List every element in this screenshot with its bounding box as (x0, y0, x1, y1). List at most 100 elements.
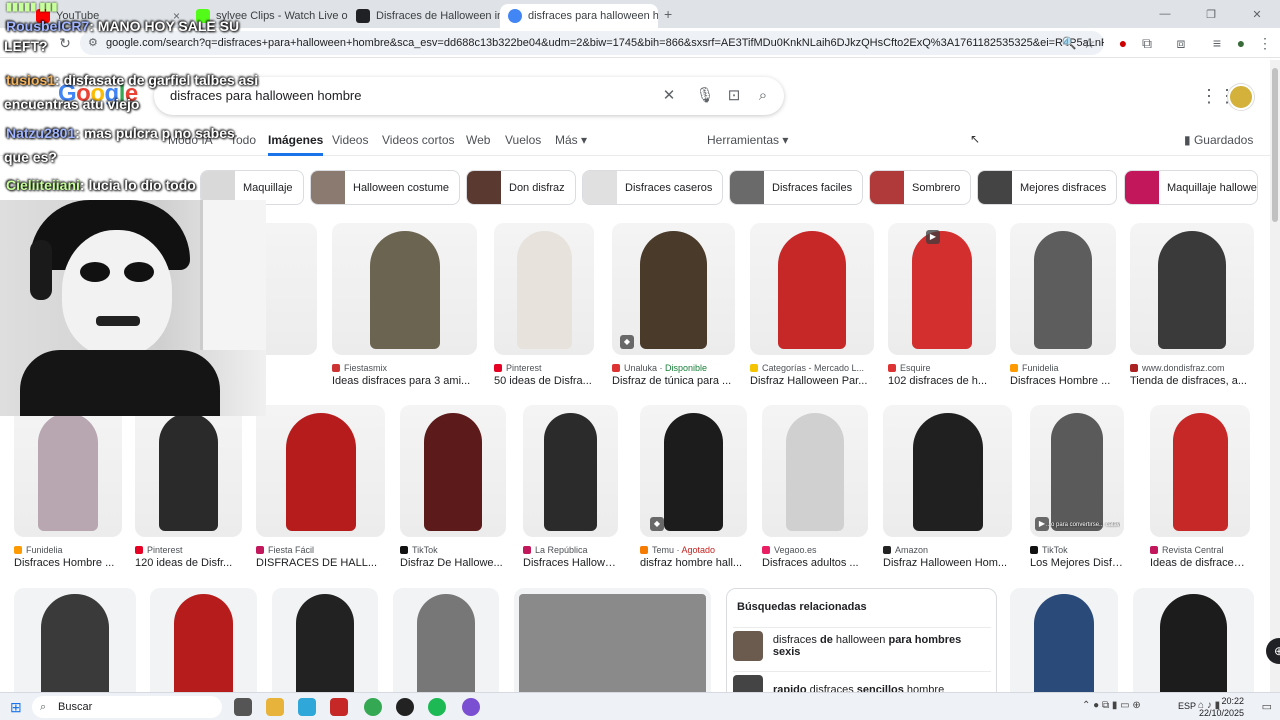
tab-imagenes[interactable]: Imágenes (268, 133, 324, 156)
clock[interactable]: 20:22 22/10/2025 (1199, 695, 1244, 719)
clear-icon[interactable]: ✕ (659, 86, 679, 106)
image-result-card[interactable]: Funidelia Disfraces Hombre ... (14, 405, 122, 581)
windows-start-icon[interactable]: ⊞ (10, 699, 22, 716)
chip-mejores-disfraces[interactable]: Mejores disfraces (977, 170, 1117, 205)
site-info-icon[interactable]: ⚙ (88, 31, 98, 55)
image-result-card[interactable]: Pinterest 50 ideas de Disfra... (494, 223, 594, 399)
result-source[interactable]: Funidelia (14, 545, 63, 555)
tab-mas[interactable]: Más ▾ (555, 133, 587, 147)
search-icon[interactable]: ⌕ (753, 86, 773, 106)
image-result-card[interactable] (514, 588, 711, 692)
result-source[interactable]: Pinterest (135, 545, 183, 555)
bookmark-star-icon[interactable]: ☆ (1080, 34, 1098, 52)
tab-videos[interactable]: Videos (332, 133, 368, 147)
image-result-card[interactable] (150, 588, 257, 692)
result-title[interactable]: DISFRACES DE HALL... (256, 557, 385, 569)
spotify-icon[interactable] (428, 698, 446, 716)
result-title[interactable]: Disfraz Halloween Par... (750, 375, 874, 387)
app-icon[interactable] (330, 698, 348, 716)
result-title[interactable]: Disfraz De Hallowe... (400, 557, 506, 569)
result-title[interactable]: 120 ideas de Disfr... (135, 557, 242, 569)
result-title[interactable]: Ideas de disfraces ... (1150, 557, 1250, 569)
result-thumbnail[interactable] (888, 223, 996, 355)
result-title[interactable]: Disfraces adultos ... (762, 557, 868, 569)
result-thumbnail[interactable] (150, 588, 257, 692)
tab-web[interactable]: Web (466, 133, 490, 147)
result-title[interactable]: 102 disfraces de h... (888, 375, 996, 387)
account-avatar[interactable] (1228, 84, 1254, 110)
result-title[interactable]: disfraz hombre hall... (640, 557, 747, 569)
result-source[interactable]: Fiesta Fácil (256, 545, 314, 555)
image-result-card[interactable]: Unaluka · Disponible Disfraz de túnica pa… (612, 223, 735, 399)
result-source[interactable]: Funidelia (1010, 363, 1059, 373)
image-result-card[interactable]: Vegaoo.es Disfraces adultos ... (762, 405, 868, 581)
result-thumbnail[interactable] (762, 405, 868, 537)
result-thumbnail[interactable] (14, 588, 136, 692)
image-result-card[interactable]: Amazon Disfraz Halloween Hom... (883, 405, 1012, 581)
result-thumbnail[interactable] (750, 223, 874, 355)
result-title[interactable]: Disfraces Hombre ... (14, 557, 122, 569)
result-title[interactable]: Disfraz de túnica para ... (612, 375, 735, 387)
image-result-card[interactable]: www.dondisfraz.com Tienda de disfraces, a… (1130, 223, 1254, 399)
reload-icon[interactable]: ↻ (56, 34, 74, 52)
new-tab-icon[interactable]: + (664, 6, 672, 22)
image-result-card[interactable] (1133, 588, 1254, 692)
result-thumbnail[interactable] (1150, 405, 1250, 537)
result-thumbnail[interactable] (883, 405, 1012, 537)
result-thumbnail[interactable] (514, 588, 711, 692)
result-thumbnail[interactable] (1010, 223, 1116, 355)
tray-icons[interactable]: ⌃ ● ⧉ ▮ ▭ ⊕ (1082, 700, 1141, 711)
image-result-card[interactable]: Fiesta Fácil DISFRACES DE HALL... (256, 405, 385, 581)
image-result-card[interactable]: Categorías - Mercado L... Disfraz Hallowe… (750, 223, 874, 399)
image-result-card[interactable]: Pinterest 120 ideas de Disfr... (135, 405, 242, 581)
minimize-icon[interactable]: — (1142, 0, 1188, 28)
image-result-card[interactable] (1010, 588, 1118, 692)
result-source[interactable]: Categorías - Mercado L... (750, 363, 864, 373)
taskbar-search[interactable]: ⌕ Buscar (32, 696, 222, 718)
lens-icon[interactable]: ⊡ (724, 86, 744, 106)
tab-google-search[interactable]: disfraces para halloween hombr × (500, 4, 658, 28)
zoom-icon[interactable]: 🔍 (1060, 34, 1078, 52)
chip-sombrero[interactable]: Sombrero (869, 170, 971, 205)
result-thumbnail[interactable] (272, 588, 378, 692)
image-result-card[interactable]: Fiestasmix Ideas disfraces para 3 ami... (332, 223, 477, 399)
result-title[interactable]: Tienda de disfraces, a... (1130, 375, 1254, 387)
restore-icon[interactable]: ❐ (1188, 0, 1234, 28)
url-field[interactable]: ⚙ google.com/search?q=disfraces+para+hal… (80, 31, 1104, 55)
result-source[interactable]: Vegaoo.es (762, 545, 817, 555)
result-thumbnail[interactable] (400, 405, 506, 537)
result-thumbnail[interactable] (256, 405, 385, 537)
app-icon[interactable] (298, 698, 316, 716)
result-source[interactable]: La República (523, 545, 588, 555)
chip-disfraces-faciles[interactable]: Disfraces faciles (729, 170, 863, 205)
side-panel-button[interactable]: ⊕ (1266, 638, 1280, 664)
result-source[interactable]: Esquire (888, 363, 931, 373)
obs-icon[interactable] (396, 698, 414, 716)
window-close-icon[interactable]: ✕ (1234, 0, 1280, 28)
notifications-icon[interactable]: ▭ (1262, 700, 1272, 713)
result-source[interactable]: www.dondisfraz.com (1130, 363, 1225, 373)
result-thumbnail[interactable] (494, 223, 594, 355)
search-input[interactable]: disfraces para halloween hombre (170, 88, 362, 103)
discord-icon[interactable] (462, 698, 480, 716)
chip-disfraces-caseros[interactable]: Disfraces caseros (582, 170, 723, 205)
tab-disfraces[interactable]: Disfraces de Halloween inspira × (348, 4, 500, 28)
language-indicator[interactable]: ESP (1178, 701, 1196, 711)
result-thumbnail[interactable] (393, 588, 499, 692)
result-source[interactable]: Fiestasmix (332, 363, 387, 373)
reading-list-icon[interactable]: ≡ (1208, 34, 1226, 52)
image-result-card[interactable]: TikTok Los Mejores Disfra... (1030, 405, 1124, 581)
related-item[interactable]: disfraces de halloween para hombres sexi… (733, 627, 991, 663)
tab-videos-cortos[interactable]: Videos cortos (382, 133, 455, 147)
result-source[interactable]: Temu · Agotado (640, 545, 715, 555)
file-explorer-icon[interactable] (266, 698, 284, 716)
tools-button[interactable]: Herramientas ▾ (707, 133, 788, 147)
result-thumbnail[interactable] (332, 223, 477, 355)
image-result-card[interactable] (272, 588, 378, 692)
result-title[interactable]: Ideas disfraces para 3 ami... (332, 375, 477, 387)
result-thumbnail[interactable] (14, 405, 122, 537)
result-thumbnail[interactable] (1130, 223, 1254, 355)
result-thumbnail[interactable] (523, 405, 618, 537)
result-thumbnail[interactable] (135, 405, 242, 537)
page-scrollbar[interactable] (1270, 60, 1280, 692)
